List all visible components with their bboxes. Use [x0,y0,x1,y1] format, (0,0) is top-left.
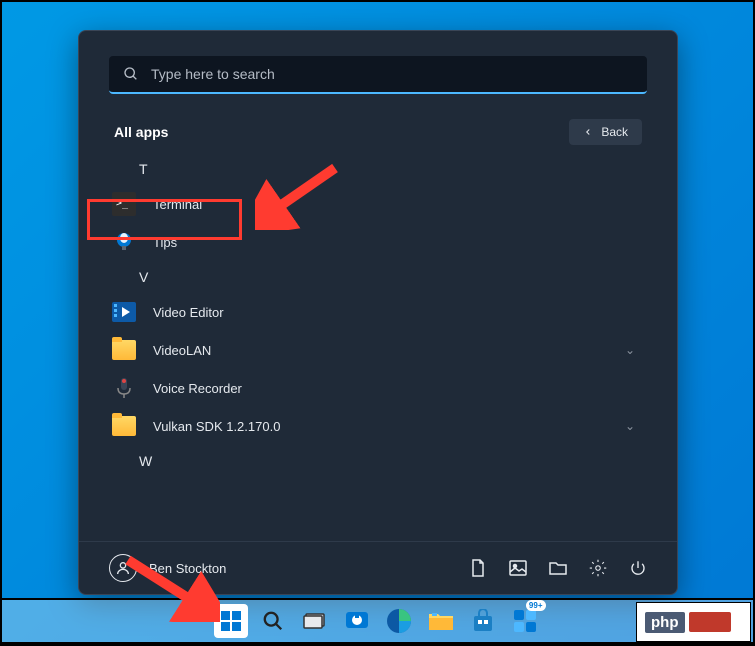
documents-button[interactable] [469,559,487,577]
search-placeholder: Type here to search [151,66,275,82]
app-item-voice-recorder[interactable]: Voice Recorder [99,369,657,407]
chevron-down-icon: ⌄ [625,343,645,357]
task-view-button[interactable] [298,604,332,638]
section-letter-w[interactable]: W [99,445,657,477]
back-button[interactable]: Back [569,119,642,145]
file-explorer-button[interactable] [549,559,567,577]
section-letter-t[interactable]: T [99,153,657,185]
svg-text:>_: >_ [116,198,129,209]
app-item-video-editor[interactable]: Video Editor [99,293,657,331]
store-button[interactable] [466,604,500,638]
terminal-icon: >_ [111,191,137,217]
document-icon [470,559,486,577]
pictures-icon [509,560,527,576]
watermark: php [636,602,751,642]
edge-icon [386,608,412,634]
power-icon [629,559,647,577]
app-item-vulkan-sdk[interactable]: Vulkan SDK 1.2.170.0 ⌄ [99,407,657,445]
taskbar-search-button[interactable] [256,604,290,638]
widgets-button[interactable]: 99+ [508,604,542,638]
gear-icon [589,559,607,577]
search-icon [123,66,139,82]
pictures-button[interactable] [509,559,527,577]
edge-button[interactable] [382,604,416,638]
store-icon [471,609,495,633]
tips-icon [111,229,137,255]
video-editor-icon [111,299,137,325]
power-button[interactable] [629,559,647,577]
chat-icon [344,608,370,634]
app-item-videolan[interactable]: VideoLAN ⌄ [99,331,657,369]
all-apps-title: All apps [114,124,168,140]
search-input[interactable]: Type here to search [109,56,647,94]
task-view-icon [303,611,327,631]
app-item-tips[interactable]: Tips [99,223,657,261]
section-letter-v[interactable]: V [99,261,657,293]
chevron-left-icon [583,127,593,137]
watermark-text: php [645,612,685,633]
watermark-logo [689,612,731,632]
chevron-down-icon: ⌄ [625,419,645,433]
settings-button[interactable] [589,559,607,577]
voice-recorder-icon [111,375,137,401]
folder-icon [111,337,137,363]
folder-icon [428,610,454,632]
folder-icon [111,413,137,439]
widgets-icon [512,608,538,634]
start-menu: Type here to search All apps Back T >_ T… [78,30,678,595]
widgets-badge: 99+ [526,600,546,611]
file-explorer-button[interactable] [424,604,458,638]
app-list: T >_ Terminal Tips V Video Editor VideoL… [79,153,677,541]
annotation-arrow [120,552,220,622]
search-icon [262,610,284,632]
folder-icon [549,560,567,576]
windows-icon [220,610,242,632]
app-item-terminal[interactable]: >_ Terminal [99,185,657,223]
annotation-arrow [255,160,345,230]
taskbar-app-button[interactable] [340,604,374,638]
